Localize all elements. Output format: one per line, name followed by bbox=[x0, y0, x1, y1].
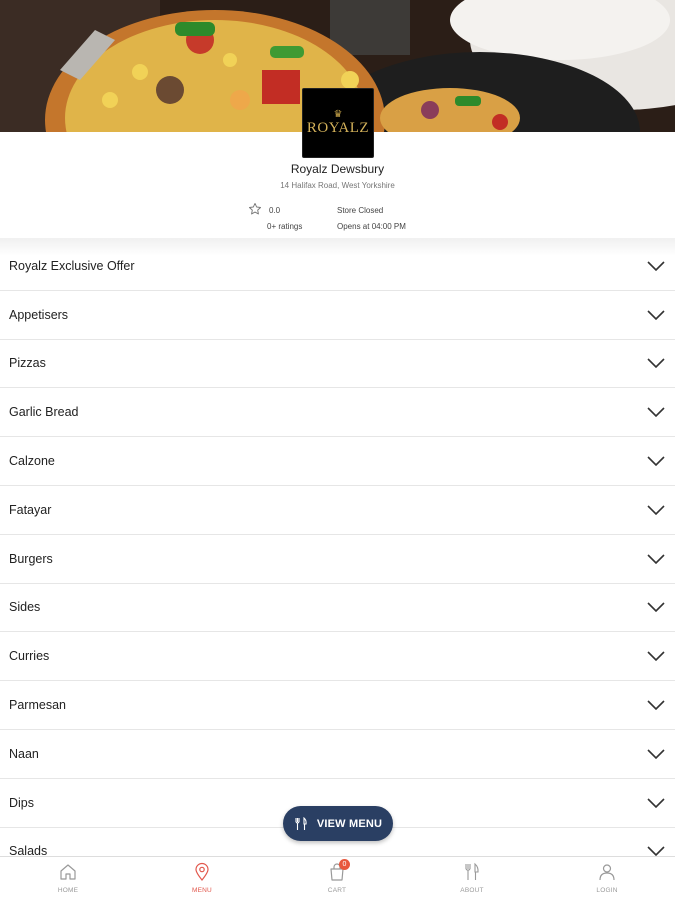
fork-knife-icon bbox=[465, 862, 479, 880]
store-address: 14 Halifax Road, West Yorkshire bbox=[280, 181, 395, 190]
cart-badge: 0 bbox=[339, 859, 350, 870]
category-label: Pizzas bbox=[9, 356, 46, 371]
category-row-pizzas[interactable]: Pizzas bbox=[0, 340, 675, 389]
home-icon bbox=[60, 864, 76, 880]
crown-icon: ♛ bbox=[333, 108, 343, 120]
category-list: Royalz Exclusive Offer Appetisers Pizzas… bbox=[0, 242, 675, 877]
category-label: Sides bbox=[9, 600, 41, 615]
bottom-nav: HOME MENU 0 CART ABOUT LOGIN bbox=[0, 856, 675, 900]
category-label: Garlic Bread bbox=[9, 405, 79, 420]
view-menu-button[interactable]: VIEW MENU bbox=[283, 806, 393, 841]
category-row-naan[interactable]: Naan bbox=[0, 730, 675, 779]
chevron-down-icon bbox=[647, 700, 665, 711]
nav-login[interactable]: LOGIN bbox=[567, 857, 647, 900]
chevron-down-icon bbox=[647, 651, 665, 662]
opening-time: Opens at 04:00 PM bbox=[337, 222, 406, 231]
logo-text: ROYALZ bbox=[306, 119, 370, 136]
category-label: Calzone bbox=[9, 454, 55, 469]
category-label: Burgers bbox=[9, 551, 53, 566]
store-name: Royalz Dewsbury bbox=[290, 162, 385, 176]
chevron-down-icon bbox=[647, 358, 665, 369]
category-label: Curries bbox=[9, 649, 50, 664]
view-menu-label: VIEW MENU bbox=[316, 817, 383, 830]
category-label: Fatayar bbox=[9, 502, 52, 517]
category-label: Parmesan bbox=[9, 698, 66, 713]
category-row-calzone[interactable]: Calzone bbox=[0, 437, 675, 486]
nav-cart[interactable]: 0 CART bbox=[297, 857, 377, 900]
category-row-appetisers[interactable]: Appetisers bbox=[0, 291, 675, 340]
store-logo: ♛ ROYALZ bbox=[302, 88, 374, 158]
category-row-royalz-exclusive-offer[interactable]: Royalz Exclusive Offer bbox=[0, 242, 675, 291]
rating-count: 0+ ratings bbox=[267, 222, 303, 231]
category-row-sides[interactable]: Sides bbox=[0, 584, 675, 633]
chevron-down-icon bbox=[647, 407, 665, 418]
nav-label: LOGIN bbox=[596, 887, 618, 894]
chevron-down-icon bbox=[647, 310, 665, 320]
nav-home[interactable]: HOME bbox=[28, 857, 108, 900]
category-row-burgers[interactable]: Burgers bbox=[0, 535, 675, 584]
category-label: Naan bbox=[9, 746, 39, 761]
nav-about[interactable]: ABOUT bbox=[432, 857, 512, 900]
nav-label: HOME bbox=[57, 887, 79, 894]
chevron-down-icon bbox=[647, 846, 665, 857]
cutlery-icon bbox=[295, 816, 307, 830]
chevron-down-icon bbox=[647, 261, 665, 271]
chevron-down-icon bbox=[647, 505, 665, 515]
user-icon bbox=[599, 864, 615, 881]
category-label: Dips bbox=[9, 795, 35, 810]
category-row-fatayar[interactable]: Fatayar bbox=[0, 486, 675, 535]
nav-label: MENU bbox=[192, 887, 212, 894]
star-icon bbox=[248, 202, 262, 215]
nav-label: ABOUT bbox=[460, 887, 484, 894]
location-pin-icon bbox=[195, 862, 209, 881]
category-label: Appetisers bbox=[9, 307, 69, 322]
category-row-curries[interactable]: Curries bbox=[0, 632, 675, 682]
category-row-garlic-bread[interactable]: Garlic Bread bbox=[0, 388, 675, 438]
chevron-down-icon bbox=[647, 456, 665, 467]
nav-menu[interactable]: MENU bbox=[162, 857, 242, 900]
nav-label: CART bbox=[327, 887, 347, 894]
category-label: Royalz Exclusive Offer bbox=[9, 258, 135, 273]
chevron-down-icon bbox=[647, 602, 665, 613]
chevron-down-icon bbox=[647, 798, 665, 808]
rating-value: 0.0 bbox=[269, 206, 281, 215]
chevron-down-icon bbox=[647, 554, 665, 564]
store-status: Store Closed bbox=[337, 206, 384, 215]
chevron-down-icon bbox=[647, 749, 665, 759]
category-row-parmesan[interactable]: Parmesan bbox=[0, 681, 675, 730]
